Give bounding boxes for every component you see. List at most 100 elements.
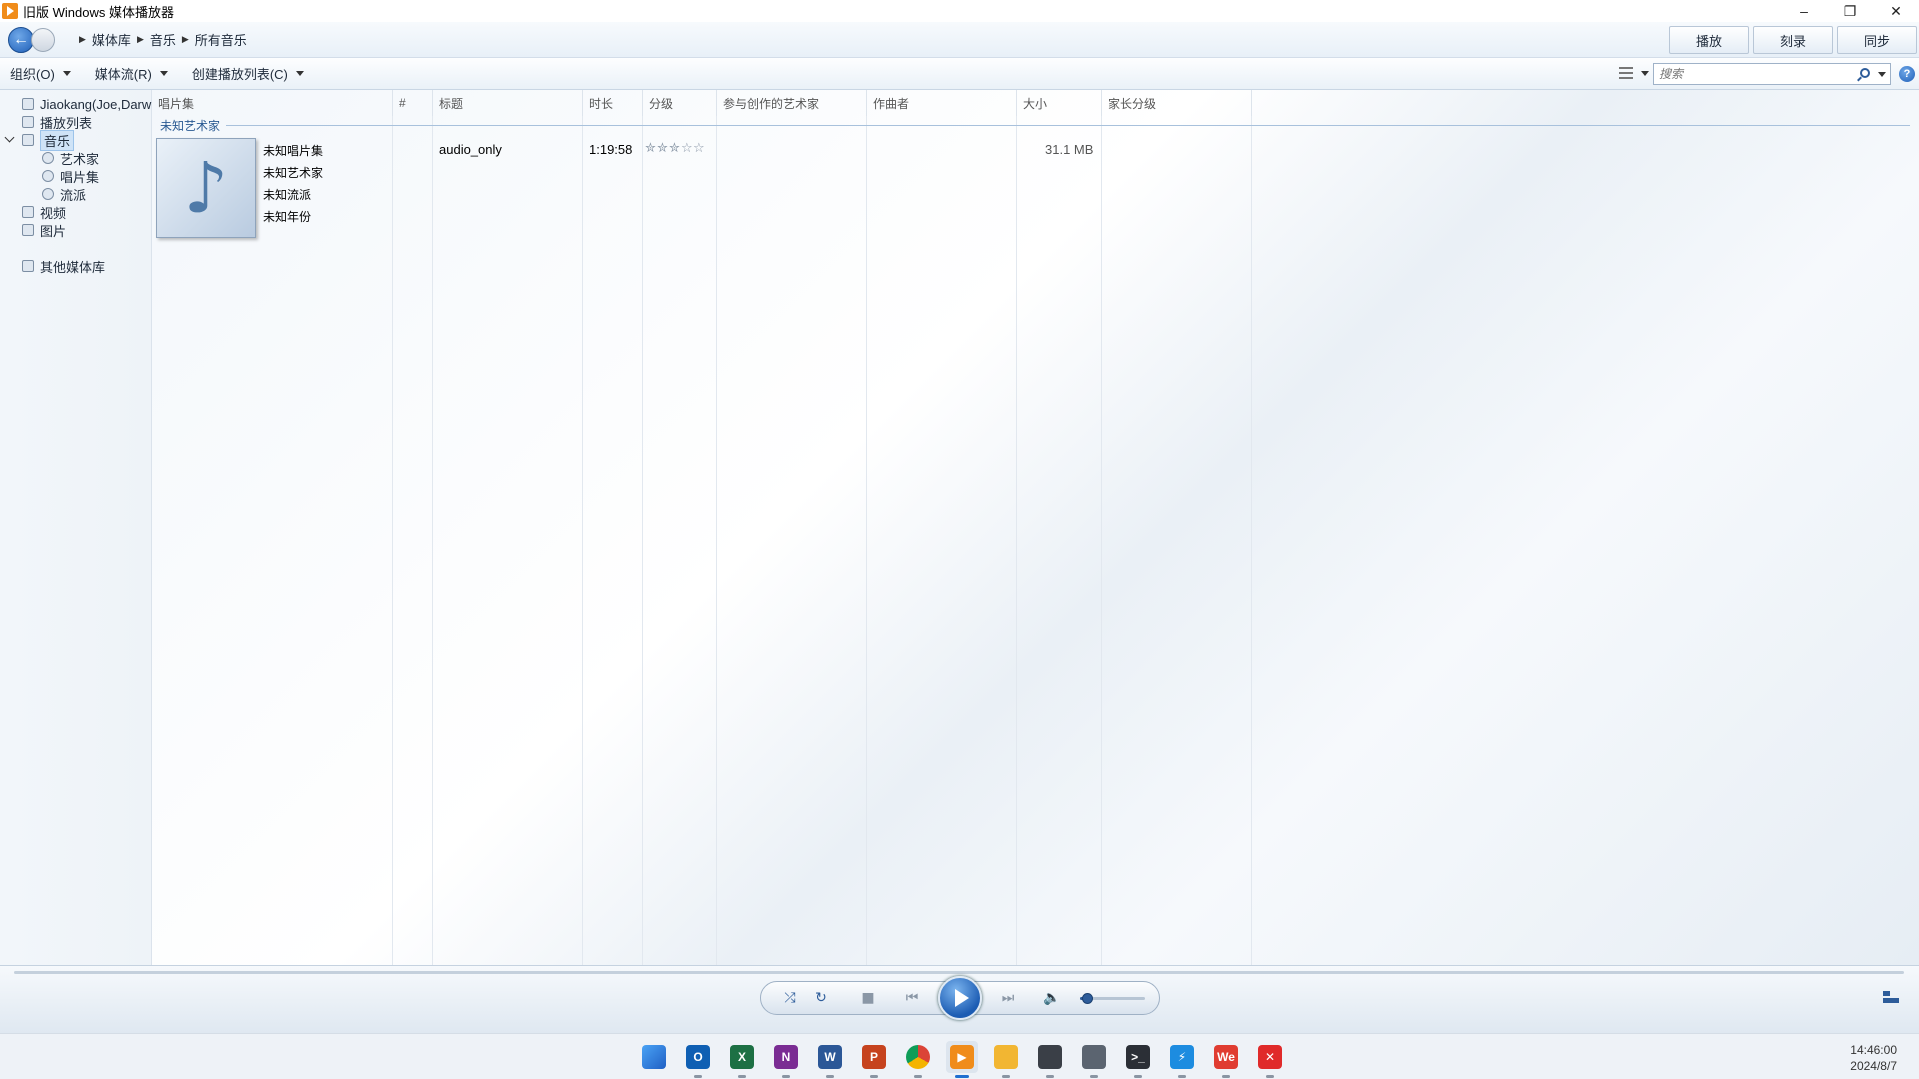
media-player-glyph: ▶ [950, 1045, 974, 1069]
star-icon[interactable]: ☆ [693, 141, 705, 156]
sidebar-item-pictures[interactable]: 图片 [22, 220, 66, 240]
minimize-button[interactable]: – [1781, 0, 1827, 22]
mute-button[interactable]: 🔈 [1043, 989, 1061, 1007]
star-icon[interactable]: ✮ [645, 141, 657, 156]
taskbar: O X N W P ▶ >_ ⚡ We ✕ 14:46:00 2024/8/7 [0, 1033, 1919, 1079]
library-list-view: 唱片集 # 标题 时长 分级 参与创作的艺术家 作曲者 大小 家长分级 未知艺术… [152, 90, 1919, 965]
breadcrumb-arrow-icon[interactable]: ▶ [79, 34, 86, 45]
breadcrumb-arrow-icon[interactable]: ▶ [137, 34, 144, 45]
view-options-button[interactable] [1619, 67, 1649, 79]
taskbar-start-icon[interactable] [638, 1041, 670, 1073]
forward-button[interactable] [31, 27, 55, 52]
taskbar-excel-icon[interactable]: X [726, 1041, 758, 1078]
seek-bar[interactable] [14, 971, 1904, 974]
star-icon[interactable]: ☆ [681, 141, 693, 156]
breadcrumb-arrow-icon[interactable]: ▶ [182, 34, 189, 45]
music-note-icon: ♪ [183, 147, 229, 229]
search-icon[interactable] [1860, 68, 1870, 78]
running-indicator [870, 1075, 878, 1078]
sidebar-item-music[interactable]: 音乐 [22, 129, 75, 151]
taskbar-snipping-icon[interactable] [1034, 1041, 1066, 1078]
taskbar-media-player-icon[interactable]: ▶ [946, 1041, 978, 1078]
star-icon[interactable]: ✮ [657, 141, 669, 156]
album-art[interactable]: ♪ [156, 138, 256, 238]
track-rating[interactable]: ✮ ✮ ✮ ☆ ☆ [645, 141, 705, 156]
taskbar-file-explorer-icon[interactable] [990, 1041, 1022, 1078]
tab-play[interactable]: 播放 [1669, 26, 1749, 54]
taskbar-wps-icon[interactable]: We [1210, 1041, 1242, 1078]
repeat-icon: ↻ [815, 990, 827, 1006]
taskbar-powerpoint-icon[interactable]: P [858, 1041, 890, 1078]
sidebar-item-user-library[interactable]: Jiaokang(Joe,Darw [22, 94, 151, 114]
column-header-contributing-artist[interactable]: 参与创作的艺术家 [717, 90, 867, 116]
shuffle-button[interactable]: ⤮ [780, 989, 800, 1007]
stream-menu[interactable]: 媒体流(R) [95, 64, 168, 83]
system-clock[interactable]: 14:46:00 2024/8/7 [1850, 1042, 1897, 1074]
taskbar-outlook-icon[interactable]: O [682, 1041, 714, 1078]
organize-menu[interactable]: 组织(O) [10, 64, 71, 83]
star-icon[interactable]: ✮ [669, 141, 681, 156]
sidebar-item-label: 其他媒体库 [40, 259, 106, 275]
close-button[interactable]: ✕ [1873, 0, 1919, 22]
chevron-down-icon [295, 71, 304, 76]
chevron-down-icon[interactable] [4, 132, 15, 143]
next-button[interactable]: ⏭ [993, 989, 1023, 1007]
sidebar-item-label: 视频 [40, 205, 67, 221]
sidebar-item-artists[interactable]: 艺术家 [42, 148, 99, 168]
column-header-number[interactable]: # [393, 90, 433, 116]
volume-knob[interactable] [1081, 993, 1093, 1004]
column-divider [432, 116, 433, 965]
running-indicator [1090, 1075, 1098, 1078]
taskbar-word-icon[interactable]: W [814, 1041, 846, 1078]
taskbar-chrome-icon[interactable] [902, 1041, 934, 1078]
tab-sync[interactable]: 同步 [1837, 26, 1917, 54]
create-playlist-menu[interactable]: 创建播放列表(C) [192, 64, 304, 83]
view-options-icon [1619, 67, 1633, 79]
tab-burn[interactable]: 刻录 [1753, 26, 1833, 54]
column-header-length[interactable]: 时长 [583, 90, 643, 116]
running-indicator [1134, 1075, 1142, 1078]
album-name: 未知唱片集 [263, 144, 324, 158]
repeat-button[interactable]: ↻ [811, 989, 831, 1007]
sidebar-item-label: 艺术家 [60, 151, 100, 167]
artist-group-header[interactable]: 未知艺术家 [160, 117, 1910, 134]
breadcrumb-music[interactable]: 音乐 [150, 30, 176, 49]
chevron-down-icon [159, 71, 168, 76]
column-header-title[interactable]: 标题 [433, 90, 583, 116]
column-header-size[interactable]: 大小 [1017, 90, 1102, 116]
artist-icon [42, 152, 54, 164]
sidebar-item-other-libraries[interactable]: 其他媒体库 [22, 256, 105, 276]
play-button[interactable] [938, 976, 982, 1020]
file-explorer-glyph [994, 1045, 1018, 1069]
taskbar-terminal-icon[interactable]: >_ [1122, 1041, 1154, 1078]
previous-button[interactable]: ⏮ [897, 989, 927, 1007]
outlook-glyph: O [686, 1045, 710, 1069]
sidebar-item-genres[interactable]: 流派 [42, 184, 86, 204]
breadcrumb-all-music[interactable]: 所有音乐 [195, 30, 247, 49]
track-length: 1:19:58 [589, 142, 633, 157]
column-headers: 唱片集 # 标题 时长 分级 参与创作的艺术家 作曲者 大小 家长分级 [152, 90, 1919, 116]
taskbar-calculator-icon[interactable] [1078, 1041, 1110, 1078]
organize-label: 组织(O) [10, 67, 55, 82]
sidebar-item-albums[interactable]: 唱片集 [42, 166, 99, 186]
help-icon[interactable]: ? [1899, 66, 1915, 82]
sidebar-item-videos[interactable]: 视频 [22, 202, 66, 222]
column-divider [642, 116, 643, 965]
column-header-parental-rating[interactable]: 家长分级 [1102, 90, 1252, 116]
column-header-album[interactable]: 唱片集 [152, 90, 393, 116]
next-icon: ⏭ [1001, 990, 1015, 1006]
volume-slider[interactable] [1080, 993, 1145, 1004]
column-header-rating[interactable]: 分级 [643, 90, 717, 116]
column-header-composer[interactable]: 作曲者 [867, 90, 1017, 116]
taskbar-thunder-icon[interactable]: ⚡ [1166, 1041, 1198, 1078]
breadcrumb-library[interactable]: 媒体库 [92, 30, 131, 49]
clock-date: 2024/8/7 [1850, 1059, 1897, 1073]
navigation-pane: Jiaokang(Joe,Darw 播放列表 音乐 艺术家 唱片集 流派 视频 … [0, 90, 152, 965]
chevron-down-icon[interactable] [1878, 72, 1886, 77]
search-input[interactable] [1659, 67, 1849, 81]
restore-button[interactable]: ❐ [1827, 0, 1873, 22]
taskbar-xmind-icon[interactable]: ✕ [1254, 1041, 1286, 1078]
stop-button[interactable]: ■ [858, 989, 878, 1007]
switch-to-now-playing-icon[interactable] [1883, 991, 1899, 1003]
taskbar-onenote-icon[interactable]: N [770, 1041, 802, 1078]
